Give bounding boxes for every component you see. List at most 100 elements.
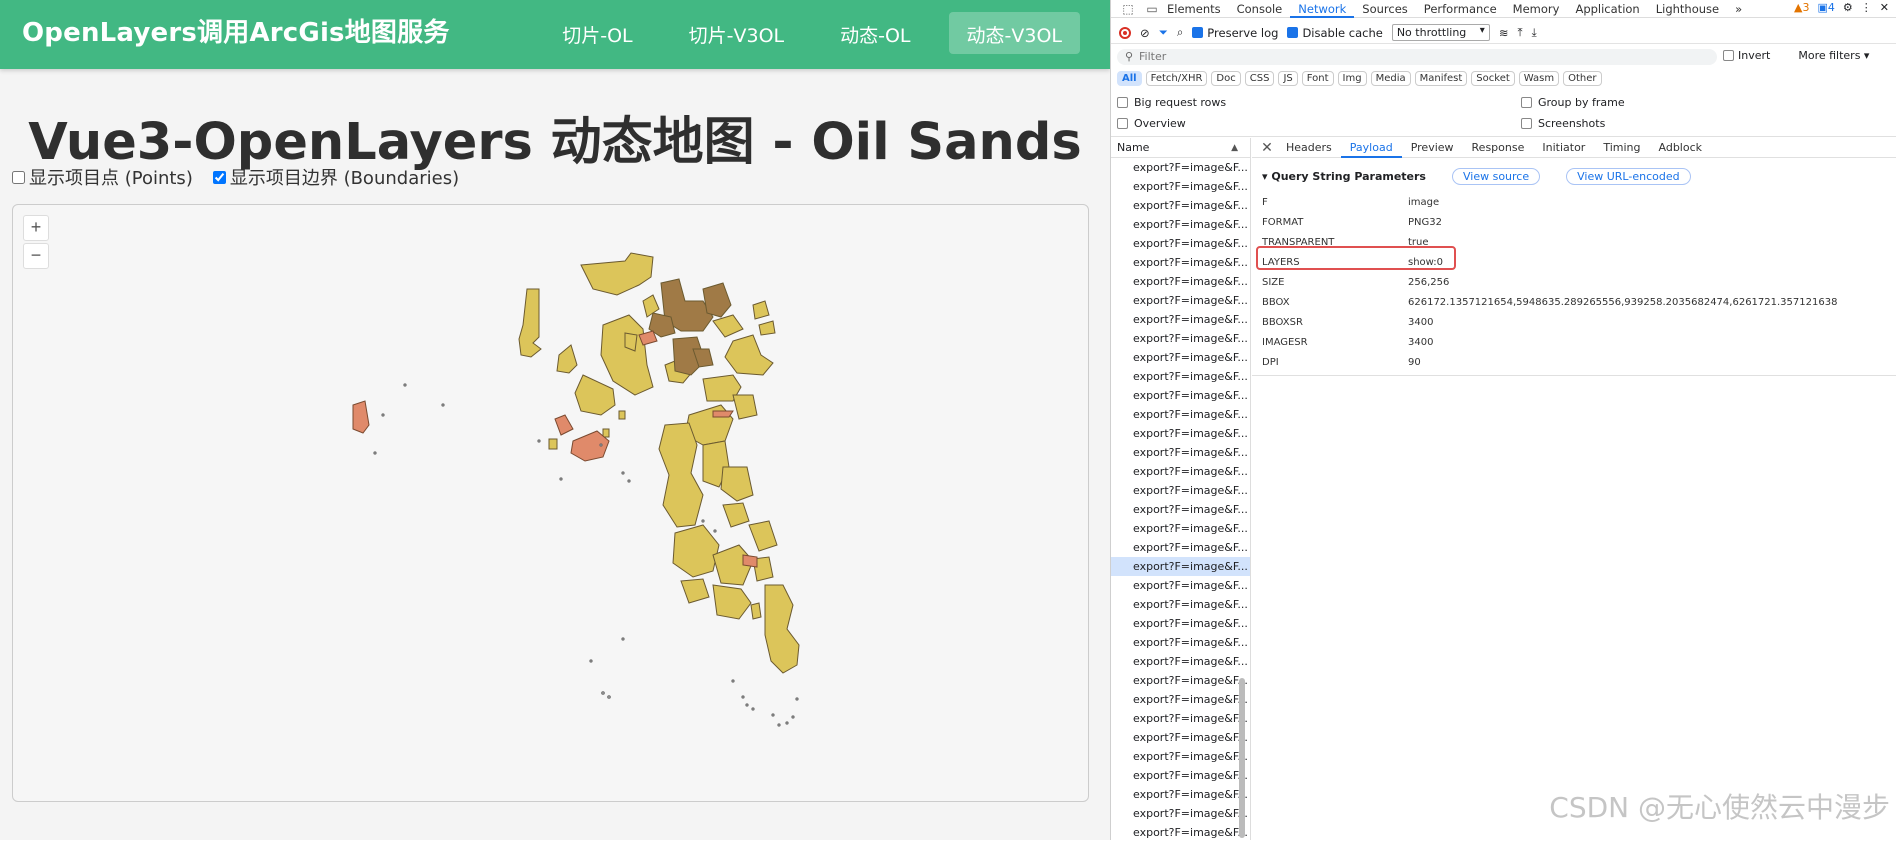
request-row[interactable]: export?F=image&F...	[1111, 481, 1250, 500]
request-row[interactable]: export?F=image&F...	[1111, 633, 1250, 652]
brand-title[interactable]: OpenLayers调用ArcGis地图服务	[22, 12, 450, 49]
request-list-header[interactable]: Name ▲	[1111, 138, 1250, 158]
tab-more[interactable]: »	[1727, 0, 1750, 18]
filter-input[interactable]: Filter	[1117, 49, 1717, 65]
request-row[interactable]: export?F=image&F...	[1111, 690, 1250, 709]
preserve-log-checkbox[interactable]	[1192, 27, 1204, 38]
request-row[interactable]: export?F=image&F...	[1111, 652, 1250, 671]
type-filter-socket[interactable]: Socket	[1471, 71, 1515, 86]
group-frame-checkbox[interactable]	[1521, 97, 1532, 108]
tab-timing[interactable]: Timing	[1594, 138, 1649, 158]
search-icon[interactable]: ⌕	[1177, 25, 1183, 40]
request-row[interactable]: export?F=image&F...	[1111, 614, 1250, 633]
request-row[interactable]: export?F=image&F...	[1111, 272, 1250, 291]
request-row[interactable]: export?F=image&F...	[1111, 519, 1250, 538]
request-row[interactable]: export?F=image&F...	[1111, 595, 1250, 614]
close-detail-icon[interactable]: ✕	[1257, 140, 1277, 156]
request-row[interactable]: export?F=image&F...	[1111, 253, 1250, 272]
big-rows-toggle[interactable]: Big request rows	[1117, 96, 1226, 109]
request-row[interactable]: export?F=image&F...	[1111, 709, 1250, 728]
map-view[interactable]: + −	[12, 204, 1089, 802]
nav-item-dynamic-ol[interactable]: 动态-OL	[822, 12, 928, 54]
nav-item-tile-v3ol[interactable]: 切片-V3OL	[671, 12, 802, 54]
close-devtools-icon[interactable]: ✕	[1880, 1, 1889, 14]
preserve-log-toggle[interactable]: Preserve log	[1192, 26, 1278, 40]
sort-icon[interactable]: ▲	[1231, 138, 1238, 158]
request-row[interactable]: export?F=image&F...	[1111, 728, 1250, 747]
boundaries-toggle[interactable]: 显示项目边界 (Boundaries)	[212, 164, 459, 190]
map-canvas[interactable]	[13, 205, 1089, 802]
request-row[interactable]: export?F=image&F...	[1111, 576, 1250, 595]
tab-performance[interactable]: Performance	[1416, 0, 1505, 18]
clear-icon[interactable]: ⊘	[1140, 26, 1150, 40]
request-row[interactable]: export?F=image&F...	[1111, 234, 1250, 253]
record-icon[interactable]	[1119, 26, 1131, 39]
throttling-select[interactable]: No throttling	[1391, 24, 1490, 41]
tab-sources[interactable]: Sources	[1354, 0, 1416, 18]
request-row[interactable]: export?F=image&F...	[1111, 785, 1250, 804]
qsp-title[interactable]: ▾ Query String Parameters	[1262, 170, 1426, 183]
type-filter-doc[interactable]: Doc	[1211, 71, 1241, 86]
request-row[interactable]: export?F=image&F...	[1111, 291, 1250, 310]
scrollbar[interactable]	[1239, 678, 1245, 838]
disable-cache-toggle[interactable]: Disable cache	[1287, 26, 1383, 40]
request-row[interactable]: export?F=image&F...	[1111, 671, 1250, 690]
device-toggle-icon[interactable]: ▭	[1145, 2, 1159, 16]
screenshots-toggle[interactable]: Screenshots	[1521, 117, 1605, 130]
type-filter-media[interactable]: Media	[1370, 71, 1411, 86]
disable-cache-checkbox[interactable]	[1287, 27, 1299, 38]
zoom-in-button[interactable]: +	[23, 215, 49, 241]
request-row[interactable]: export?F=image&F...	[1111, 424, 1250, 443]
upload-icon[interactable]: ⤒	[1517, 25, 1522, 40]
request-row[interactable]: export?F=image&F...	[1111, 367, 1250, 386]
nav-item-dynamic-v3ol[interactable]: 动态-V3OL	[948, 12, 1080, 54]
type-filter-js[interactable]: JS	[1278, 71, 1298, 86]
overview-checkbox[interactable]	[1117, 118, 1128, 129]
request-row[interactable]: export?F=image&F...	[1111, 215, 1250, 234]
message-icon[interactable]: ▣4	[1818, 1, 1835, 14]
request-row[interactable]: export?F=image&F...	[1111, 462, 1250, 481]
tab-console[interactable]: Console	[1229, 0, 1291, 18]
zoom-out-button[interactable]: −	[23, 243, 49, 269]
request-row[interactable]: export?F=image&F...	[1111, 177, 1250, 196]
request-row[interactable]: export?F=image&F...	[1111, 804, 1250, 823]
request-row[interactable]: export?F=image&F...	[1111, 310, 1250, 329]
request-row[interactable]: export?F=image&F...	[1111, 443, 1250, 462]
request-row[interactable]: export?F=image&F...	[1111, 747, 1250, 766]
request-row[interactable]: export?F=image&F...	[1111, 500, 1250, 519]
screenshots-checkbox[interactable]	[1521, 118, 1532, 129]
view-source-button[interactable]: View source	[1451, 168, 1541, 185]
type-filter-other[interactable]: Other	[1563, 71, 1602, 86]
invert-toggle[interactable]: Invert	[1723, 49, 1770, 62]
tab-headers[interactable]: Headers	[1277, 138, 1341, 158]
request-row[interactable]: export?F=image&F...	[1111, 196, 1250, 215]
tab-memory[interactable]: Memory	[1505, 0, 1568, 18]
tab-elements[interactable]: Elements	[1159, 0, 1229, 18]
type-filter-css[interactable]: CSS	[1244, 71, 1275, 86]
warning-icon[interactable]: ▲3	[1794, 1, 1809, 14]
type-filter-all[interactable]: All	[1117, 71, 1142, 86]
type-filter-fetch[interactable]: Fetch/XHR	[1145, 71, 1208, 86]
request-row[interactable]: export?F=image&F...	[1111, 766, 1250, 785]
tab-payload[interactable]: Payload	[1340, 138, 1402, 158]
tab-initiator[interactable]: Initiator	[1533, 138, 1594, 158]
request-row[interactable]: export?F=image&F...	[1111, 386, 1250, 405]
tab-application[interactable]: Application	[1567, 0, 1647, 18]
request-row[interactable]: export?F=image&F...	[1111, 557, 1250, 576]
tab-adblock[interactable]: Adblock	[1650, 138, 1712, 158]
settings-gear-icon[interactable]: ⚙	[1843, 1, 1853, 14]
points-toggle[interactable]: 显示项目点 (Points)	[12, 164, 193, 190]
wifi-icon[interactable]: ≋	[1499, 26, 1509, 40]
tab-response[interactable]: Response	[1463, 138, 1534, 158]
request-row[interactable]: export?F=image&F...	[1111, 538, 1250, 557]
type-filter-img[interactable]: Img	[1337, 71, 1367, 86]
type-filter-manifest[interactable]: Manifest	[1414, 71, 1468, 86]
request-row[interactable]: export?F=image&F...	[1111, 405, 1250, 424]
request-row[interactable]: export?F=image&F...	[1111, 158, 1250, 177]
type-filter-font[interactable]: Font	[1301, 71, 1334, 86]
tab-preview[interactable]: Preview	[1402, 138, 1463, 158]
nav-item-tile-ol[interactable]: 切片-OL	[544, 12, 650, 54]
filter-funnel-icon[interactable]: ⏷	[1159, 25, 1168, 40]
invert-checkbox[interactable]	[1723, 50, 1734, 61]
view-url-encoded-button[interactable]: View URL-encoded	[1566, 168, 1691, 185]
